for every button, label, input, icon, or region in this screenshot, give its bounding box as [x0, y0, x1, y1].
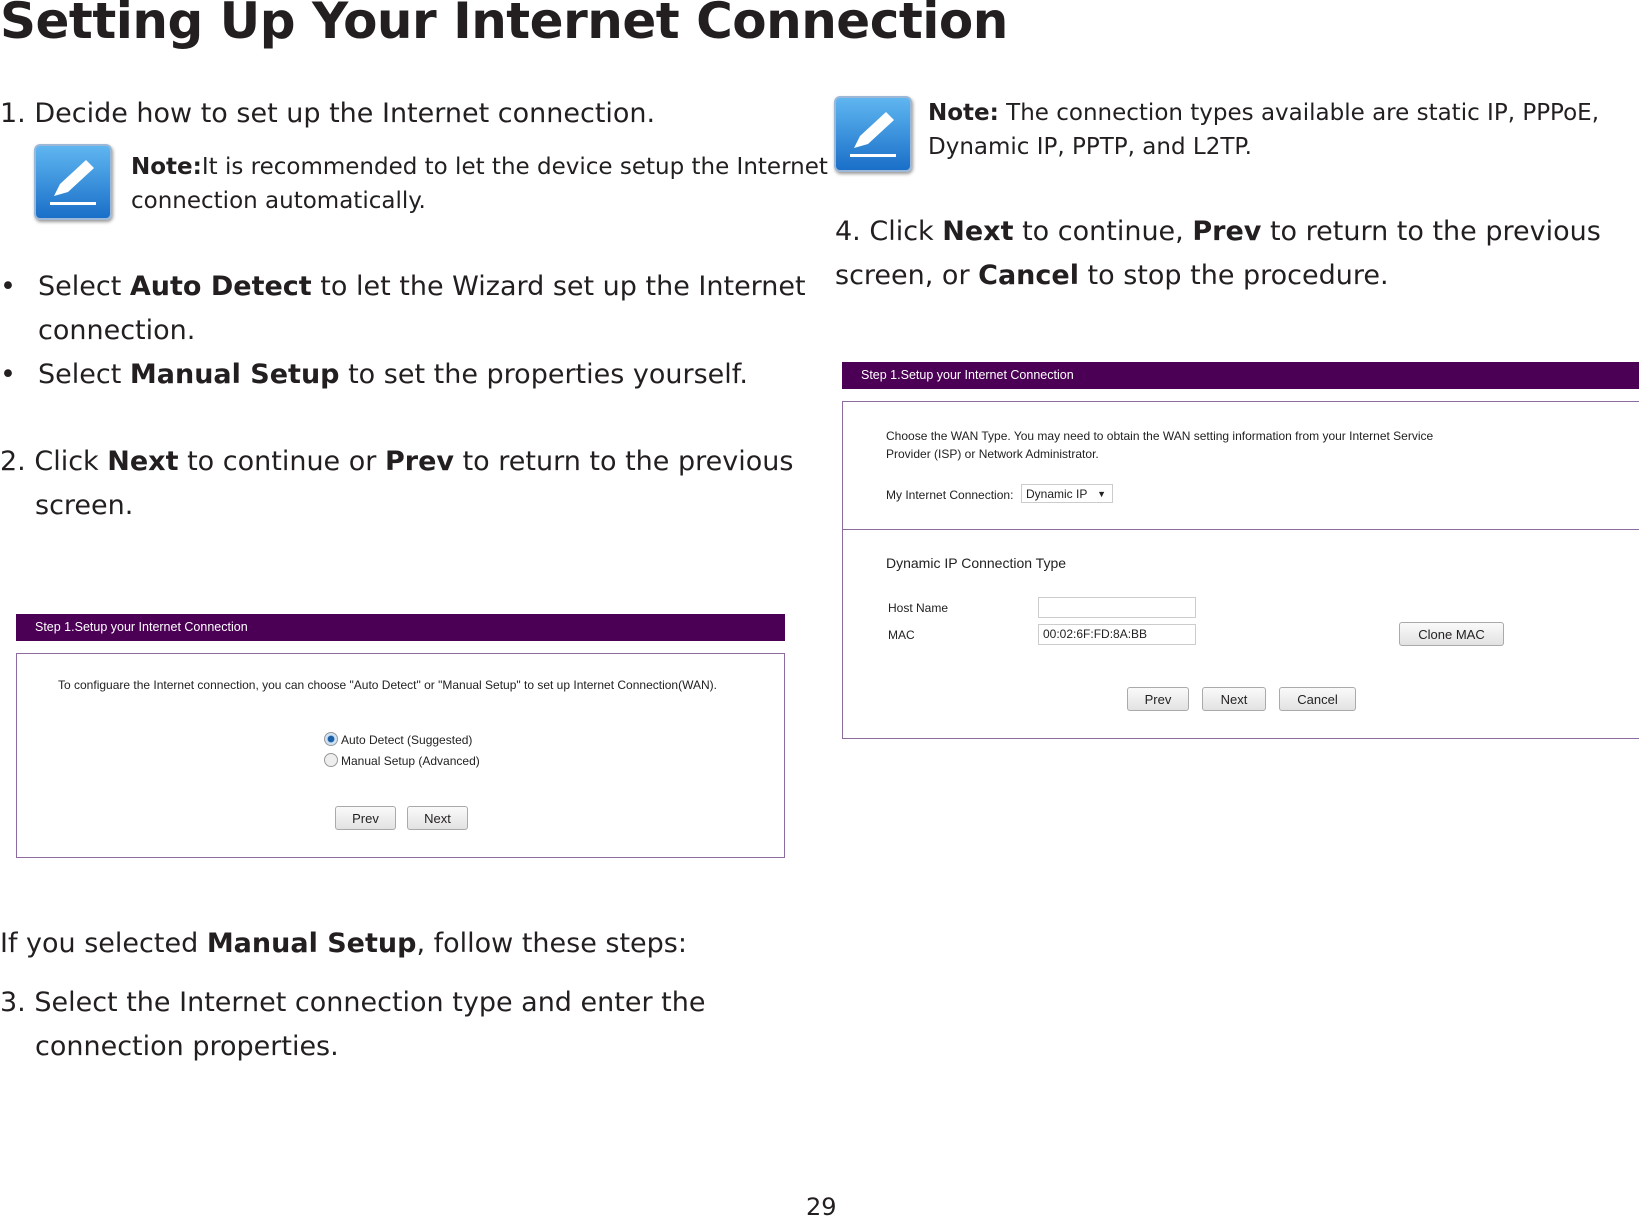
radio-selected-icon[interactable] [324, 732, 338, 746]
manual-setup-intro: If you selected Manual Setup, follow the… [0, 928, 687, 959]
connection-label: My Internet Connection: [886, 488, 1014, 502]
cancel-button[interactable]: Cancel [1279, 687, 1356, 711]
chevron-down-icon: ▼ [1097, 489, 1106, 499]
note-pencil-icon [34, 144, 112, 220]
step-4: 4. Click Next to continue, Prev to retur… [835, 216, 1601, 291]
host-name-label: Host Name [888, 601, 949, 615]
radio-manual-setup[interactable]: Manual Setup (Advanced) [324, 753, 480, 768]
panel1-header: Step 1.Setup your Internet Connection [16, 614, 785, 641]
panel2-header: Step 1.Setup your Internet Connection [842, 362, 1639, 389]
mac-input[interactable]: 00:02:6F:FD:8A:BB [1038, 624, 1196, 645]
bullet-manual-setup: • Select Manual Setup to set the properti… [0, 359, 748, 390]
bullet-auto-detect: • Select Auto Detect to let the Wizard se… [0, 271, 806, 346]
host-name-input[interactable] [1038, 597, 1196, 618]
connection-type-select[interactable]: Dynamic IP ▼ [1021, 484, 1113, 503]
prev-button[interactable]: Prev [1127, 687, 1189, 711]
note-1: Note:It is recommended to let the device… [131, 154, 828, 214]
step-1: 1. Decide how to set up the Internet con… [0, 98, 656, 129]
clone-mac-button[interactable]: Clone MAC [1399, 622, 1504, 646]
note-2: Note: The connection types available are… [928, 100, 1600, 160]
next-button[interactable]: Next [1202, 687, 1266, 711]
panel2-box: Choose the WAN Type. You may need to obt… [842, 401, 1639, 739]
next-button[interactable]: Next [407, 806, 468, 830]
note-pencil-icon [834, 96, 912, 172]
panel2-description: Choose the WAN Type. You may need to obt… [886, 429, 1434, 461]
panel1-description: To configuare the Internet connection, y… [58, 678, 717, 692]
mac-label: MAC [888, 628, 915, 642]
page-title: Setting Up Your Internet Connection [0, 0, 1008, 50]
radio-auto-detect[interactable]: Auto Detect (Suggested) [324, 732, 472, 747]
step-2: 2. Click Next to continue or Prev to ret… [0, 446, 794, 521]
radio-unselected-icon[interactable] [324, 753, 338, 767]
prev-button[interactable]: Prev [335, 806, 396, 830]
step-3: 3. Select the Internet connection type a… [0, 987, 706, 1062]
panel1-box: To configuare the Internet connection, y… [16, 653, 785, 858]
section-title: Dynamic IP Connection Type [886, 555, 1067, 571]
page-number: 29 [806, 1193, 837, 1221]
divider [843, 529, 1639, 530]
